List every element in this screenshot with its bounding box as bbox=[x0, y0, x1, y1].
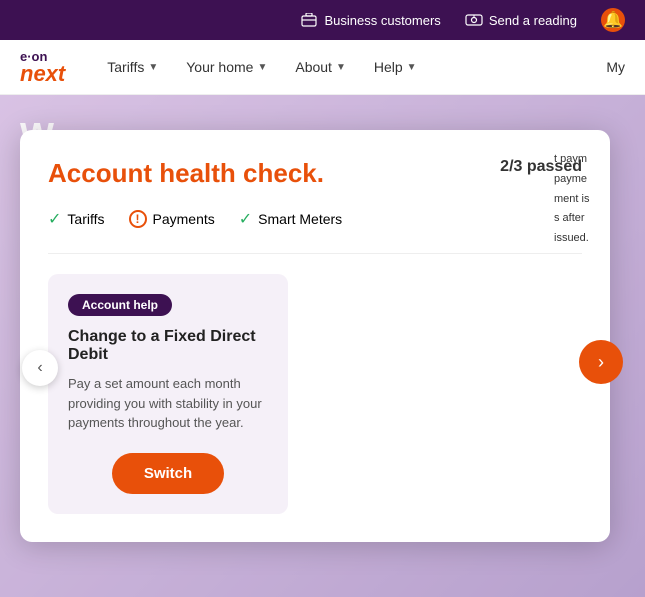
check-smart-meters: ✓ Smart Meters bbox=[239, 209, 342, 229]
tariffs-check-label: Tariffs bbox=[67, 211, 104, 227]
card-title: Change to a Fixed Direct Debit bbox=[68, 328, 268, 364]
card-description: Pay a set amount each month providing yo… bbox=[68, 374, 268, 433]
your-home-label: Your home bbox=[186, 59, 253, 75]
right-text-4: s after bbox=[554, 209, 641, 229]
payments-check-label: Payments bbox=[153, 211, 215, 227]
my-label: My bbox=[606, 59, 625, 75]
about-label: About bbox=[295, 59, 332, 75]
nav-items: Tariffs ▼ Your home ▼ About ▼ Help ▼ bbox=[95, 51, 606, 83]
about-chevron: ▼ bbox=[336, 62, 346, 73]
left-arrow-button[interactable]: ‹ bbox=[22, 350, 58, 386]
business-customers-label: Business customers bbox=[324, 13, 440, 28]
nav-about[interactable]: About ▼ bbox=[283, 51, 358, 83]
logo[interactable]: e·on next bbox=[20, 50, 65, 85]
check-tariffs: ✓ Tariffs bbox=[48, 209, 105, 229]
right-text-1: t paym bbox=[554, 150, 641, 170]
your-home-chevron: ▼ bbox=[257, 62, 267, 73]
modal-header: Account health check. 2/3 passed bbox=[48, 158, 582, 189]
right-text-3: ment is bbox=[554, 190, 641, 210]
modal-divider bbox=[48, 253, 582, 254]
check-payments: ! Payments bbox=[129, 209, 215, 229]
modal-title: Account health check. bbox=[48, 158, 324, 189]
meter-icon bbox=[465, 11, 483, 29]
check-items: ✓ Tariffs ! Payments ✓ Smart Meters bbox=[48, 209, 582, 229]
tariffs-label: Tariffs bbox=[107, 59, 144, 75]
help-chevron: ▼ bbox=[407, 62, 417, 73]
notification-bell[interactable]: 1 🔔 bbox=[601, 8, 625, 32]
account-help-card: Account help Change to a Fixed Direct De… bbox=[48, 274, 288, 514]
business-customers-link[interactable]: Business customers bbox=[300, 11, 440, 29]
nav-your-home[interactable]: Your home ▼ bbox=[174, 51, 279, 83]
right-arrow-button[interactable]: › bbox=[579, 340, 623, 384]
tariffs-chevron: ▼ bbox=[148, 62, 158, 73]
help-label: Help bbox=[374, 59, 403, 75]
right-panel-partial: t paym payme ment is s after issued. bbox=[550, 140, 645, 259]
send-reading-label: Send a reading bbox=[489, 13, 577, 28]
briefcase-icon bbox=[300, 11, 318, 29]
health-check-modal: Account health check. 2/3 passed ✓ Tarif… bbox=[20, 130, 610, 542]
right-arrow-icon: › bbox=[598, 352, 604, 373]
nav-help[interactable]: Help ▼ bbox=[362, 51, 429, 83]
switch-button[interactable]: Switch bbox=[112, 453, 224, 494]
smart-meters-check-icon: ✓ bbox=[239, 209, 252, 229]
send-reading-link[interactable]: Send a reading bbox=[465, 11, 577, 29]
left-arrow-icon: ‹ bbox=[37, 359, 42, 377]
nav-tariffs[interactable]: Tariffs ▼ bbox=[95, 51, 170, 83]
nav-bar: e·on next Tariffs ▼ Your home ▼ About ▼ … bbox=[0, 40, 645, 95]
smart-meters-check-label: Smart Meters bbox=[258, 211, 342, 227]
nav-my[interactable]: My bbox=[606, 59, 625, 75]
tariffs-check-icon: ✓ bbox=[48, 209, 61, 229]
right-text-5: issued. bbox=[554, 229, 641, 249]
right-text-2: payme bbox=[554, 170, 641, 190]
payments-warn-icon: ! bbox=[129, 210, 147, 228]
logo-next-text: next bbox=[20, 63, 65, 85]
account-help-badge: Account help bbox=[68, 294, 172, 316]
top-bar: Business customers Send a reading 1 🔔 bbox=[0, 0, 645, 40]
